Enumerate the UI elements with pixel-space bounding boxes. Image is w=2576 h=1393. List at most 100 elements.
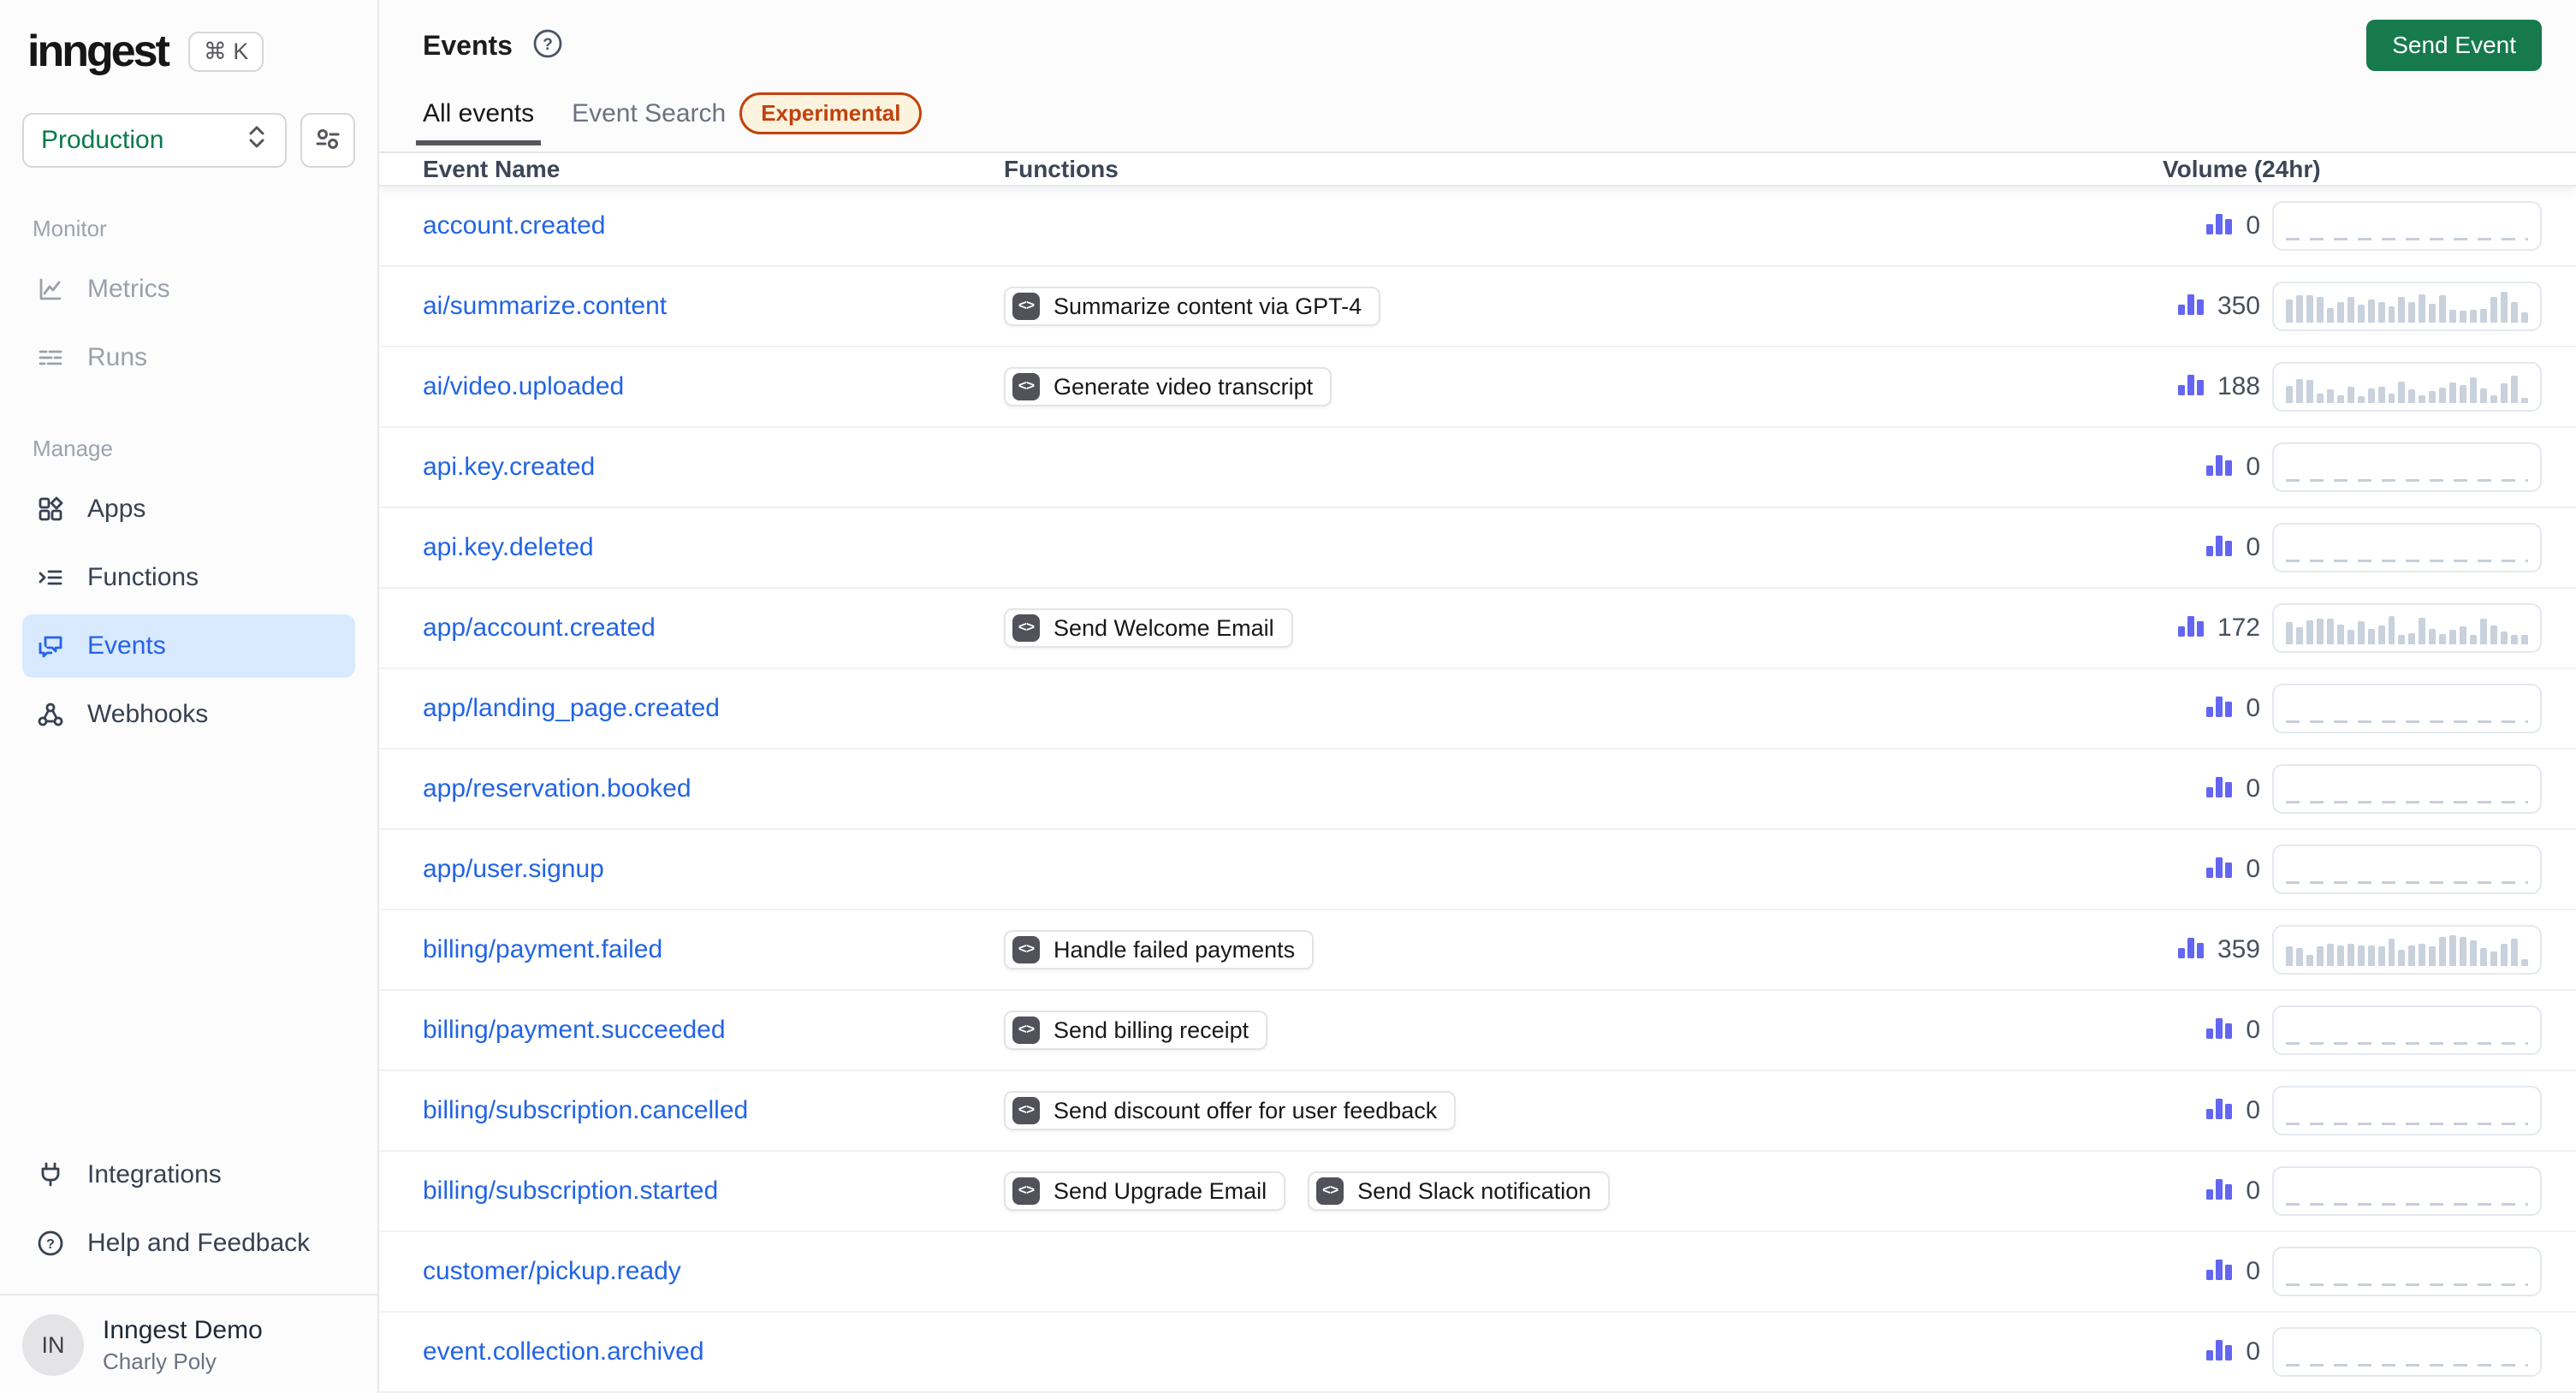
code-icon: <> [1012, 373, 1040, 400]
sidebar-item-apps[interactable]: Apps [22, 477, 355, 541]
function-pill[interactable]: <> Summarize content via GPT-4 [1004, 287, 1381, 326]
sparkline-bar [2449, 382, 2457, 403]
function-pill[interactable]: <> Send Slack notification [1308, 1171, 1611, 1211]
sidebar-item-functions[interactable]: Functions [22, 546, 355, 609]
volume-sparkline [2272, 603, 2542, 653]
code-icon: <> [1316, 1177, 1344, 1205]
event-name-link[interactable]: api.key.created [423, 453, 595, 481]
sparkline-bar [2408, 302, 2416, 323]
sparkline-bar [2429, 628, 2437, 644]
sparkline-bar [2377, 302, 2385, 323]
sparkline-bar [2347, 387, 2354, 403]
bar-chart-icon [2205, 531, 2234, 565]
volume-sparkline [2272, 442, 2542, 492]
environment-row: Production [22, 113, 355, 168]
environment-select[interactable]: Production [22, 113, 287, 168]
event-name-link[interactable]: customer/pickup.ready [423, 1257, 681, 1285]
code-icon: <> [1012, 936, 1040, 963]
sparkline-bar [2357, 621, 2365, 644]
volume-value: 0 [2246, 1337, 2260, 1366]
sparkline-bar [2398, 950, 2406, 966]
event-name-link[interactable]: app/account.created [423, 614, 656, 642]
event-name-link[interactable]: api.key.deleted [423, 533, 594, 561]
event-name-link[interactable]: event.collection.archived [423, 1337, 704, 1366]
sparkline-bar [2326, 307, 2334, 323]
sparkline-bar [2408, 389, 2416, 403]
app-window: inngest ⌘ K Production Monitor Metrics R… [0, 0, 2576, 1393]
event-name-link[interactable]: billing/payment.succeeded [423, 1016, 726, 1044]
send-event-button[interactable]: Send Event [2366, 20, 2542, 71]
tab-event-search[interactable]: Event Search Experimental [565, 92, 929, 151]
bar-chart-icon [2176, 933, 2205, 967]
sidebar-item-runs[interactable]: Runs [22, 326, 355, 389]
sidebar-nav: Monitor Metrics Runs Manage Apps Functio… [22, 205, 355, 746]
tab-all-events[interactable]: All events [416, 99, 541, 145]
webhooks-icon [36, 700, 65, 729]
function-pill[interactable]: <> Generate video transcript [1004, 367, 1333, 406]
bar-chart-icon [2205, 1254, 2234, 1289]
page-header: Events ? Send Event All events Event Sea… [379, 0, 2576, 154]
page-help-icon[interactable]: ? [531, 27, 564, 64]
table-row: event.collection.archived 0 [379, 1313, 2576, 1393]
zero-volume-dashed-line [2286, 1203, 2528, 1206]
function-pill[interactable]: <> Send discount offer for user feedback [1004, 1091, 1457, 1130]
volume-value: 0 [2246, 211, 2260, 240]
event-name-link[interactable]: account.created [423, 211, 605, 240]
table-row: ai/video.uploaded <> Generate video tran… [379, 347, 2576, 428]
event-name-link[interactable]: billing/subscription.cancelled [423, 1096, 748, 1124]
command-k-shortcut[interactable]: ⌘ K [187, 31, 264, 72]
sparkline-bar [2470, 309, 2478, 323]
sparkline-bar [2419, 394, 2426, 403]
sidebar-item-metrics[interactable]: Metrics [22, 258, 355, 321]
sparkline-bar [2480, 388, 2488, 403]
event-name-link[interactable]: app/user.signup [423, 855, 604, 883]
volume-count: 350 [2098, 289, 2260, 323]
event-name-link[interactable]: billing/payment.failed [423, 935, 662, 963]
function-pill[interactable]: <> Handle failed payments [1004, 930, 1315, 969]
volume-value: 188 [2217, 372, 2260, 400]
function-pill[interactable]: <> Send Welcome Email [1004, 608, 1293, 648]
environment-settings-button[interactable] [300, 113, 355, 168]
volume-count: 0 [2098, 1013, 2260, 1047]
sparkline-bar [2367, 945, 2375, 966]
sparkline-bar [2367, 388, 2375, 403]
bar-chart-icon [2205, 852, 2234, 886]
table-row: app/reservation.booked 0 [379, 750, 2576, 830]
sidebar-item-events[interactable]: Events [22, 614, 355, 678]
volume-sparkline [2272, 684, 2542, 733]
volume-count: 0 [2098, 209, 2260, 243]
zero-volume-dashed-line [2286, 801, 2528, 803]
functions-cell: <> Send discount offer for user feedback [1004, 1091, 2098, 1130]
sparkline-bar [2326, 619, 2334, 644]
volume-count: 0 [2098, 531, 2260, 565]
event-name-link[interactable]: app/reservation.booked [423, 774, 691, 803]
table-row: app/landing_page.created 0 [379, 669, 2576, 750]
sparkline-bar [2460, 936, 2467, 966]
function-pill[interactable]: <> Send billing receipt [1004, 1011, 1268, 1050]
event-name-link[interactable]: billing/subscription.started [423, 1177, 718, 1205]
sparkline-bar [2295, 627, 2303, 644]
sparkline-bar [2480, 948, 2488, 966]
sidebar-item-help[interactable]: ? Help and Feedback [22, 1212, 355, 1275]
volume-sparkline [2272, 362, 2542, 412]
function-pill[interactable]: <> Send Upgrade Email [1004, 1171, 1286, 1211]
volume-count: 359 [2098, 933, 2260, 967]
volume-value: 359 [2217, 935, 2260, 963]
sidebar-item-label: Integrations [87, 1160, 222, 1188]
sparkline-bar [2377, 387, 2385, 403]
functions-cell: <> Handle failed payments [1004, 930, 2098, 969]
event-name-link[interactable]: ai/video.uploaded [423, 372, 624, 400]
sidebar-item-webhooks[interactable]: Webhooks [22, 683, 355, 746]
event-name-link[interactable]: ai/summarize.content [423, 292, 667, 320]
table-row: billing/subscription.started <> Send Upg… [379, 1152, 2576, 1232]
page-title: Events [423, 29, 513, 61]
functions-cell: <> Send billing receipt [1004, 1011, 2098, 1050]
sparkline-bar [2501, 944, 2508, 966]
volume-count: 0 [2098, 1174, 2260, 1208]
sidebar: inngest ⌘ K Production Monitor Metrics R… [0, 0, 379, 1393]
sidebar-item-integrations[interactable]: Integrations [22, 1143, 355, 1206]
tabs: All events Event Search Experimental [423, 92, 2542, 151]
user-menu[interactable]: IN Inngest Demo Charly Poly [0, 1294, 377, 1393]
event-name-link[interactable]: app/landing_page.created [423, 694, 720, 722]
sparkline-bar [2480, 619, 2488, 644]
